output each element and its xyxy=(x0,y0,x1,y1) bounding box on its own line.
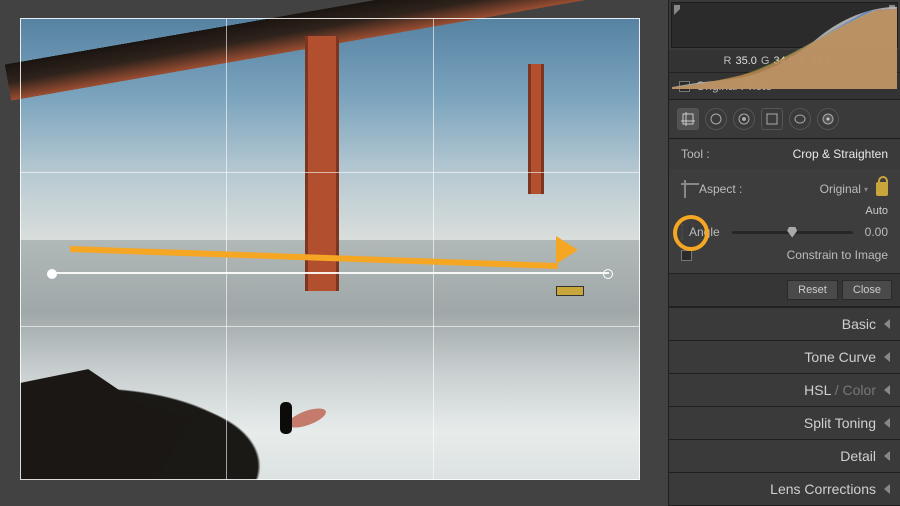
spot-removal-icon[interactable] xyxy=(705,108,727,130)
panel-basic[interactable]: Basic xyxy=(669,308,900,341)
panel-lens-corrections[interactable]: Lens Corrections xyxy=(669,473,900,506)
redeye-icon[interactable] xyxy=(733,108,755,130)
gradient-filter-icon[interactable] xyxy=(761,108,783,130)
develop-side-panel: R 35.0 G 34.9 B 35.5 % Original Photo To… xyxy=(668,0,900,506)
histogram-plot xyxy=(672,3,897,89)
annotation-arrow xyxy=(70,244,578,252)
chevron-left-icon xyxy=(884,385,890,395)
constrain-checkbox[interactable] xyxy=(681,250,692,261)
panel-tone-curve[interactable]: Tone Curve xyxy=(669,341,900,374)
angle-row: Angle 0.00 xyxy=(681,221,888,243)
crop-tool-icon[interactable] xyxy=(677,108,699,130)
aspect-dropdown[interactable]: Original▾ xyxy=(820,182,868,196)
tool-label: Tool : xyxy=(681,147,710,161)
panel-split-toning[interactable]: Split Toning xyxy=(669,407,900,440)
straighten-level-icon[interactable] xyxy=(681,224,683,240)
aspect-icon[interactable] xyxy=(681,180,699,198)
chevron-left-icon xyxy=(884,418,890,428)
tool-strip xyxy=(669,99,900,139)
brush-icon[interactable] xyxy=(817,108,839,130)
panel-detail[interactable]: Detail xyxy=(669,440,900,473)
radial-filter-icon[interactable] xyxy=(789,108,811,130)
photo-crop-region[interactable] xyxy=(20,18,640,480)
constrain-label: Constrain to Image xyxy=(787,248,888,262)
canvas-area[interactable] xyxy=(0,0,668,506)
tool-name: Crop & Straighten xyxy=(793,147,888,161)
close-button[interactable]: Close xyxy=(842,280,892,300)
chevron-left-icon xyxy=(884,451,890,461)
aspect-label: Aspect : xyxy=(699,182,742,196)
tool-label-row: Tool : Crop & Straighten xyxy=(669,139,900,169)
angle-slider-thumb[interactable] xyxy=(787,227,797,238)
straighten-level-cursor[interactable] xyxy=(556,286,584,296)
angle-auto-button[interactable]: Auto xyxy=(865,205,888,217)
crop-options: Aspect : Original▾ Auto Angle 0.00 Const… xyxy=(669,169,900,273)
chevron-left-icon xyxy=(884,319,890,329)
develop-accordion: Basic Tone Curve HSL / Color Split Tonin… xyxy=(669,307,900,506)
reset-button[interactable]: Reset xyxy=(787,280,838,300)
chevron-left-icon xyxy=(884,352,890,362)
panel-hsl-color[interactable]: HSL / Color xyxy=(669,374,900,407)
histogram[interactable] xyxy=(671,2,898,48)
straighten-horizon-line[interactable] xyxy=(51,272,609,274)
chevron-left-icon xyxy=(884,484,890,494)
angle-slider[interactable] xyxy=(732,231,853,234)
angle-value[interactable]: 0.00 xyxy=(865,225,888,239)
panel-buttons: Reset Close xyxy=(669,273,900,307)
aspect-lock-icon[interactable] xyxy=(876,182,888,196)
